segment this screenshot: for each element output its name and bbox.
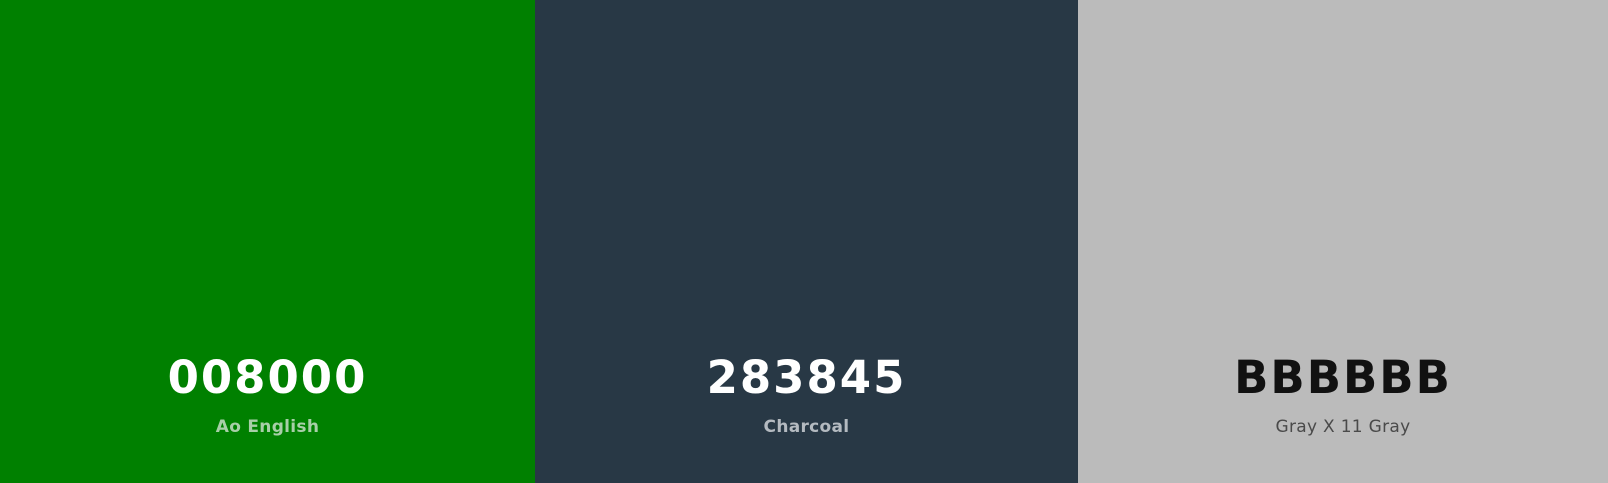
swatch-ao-english[interactable]: 008000 Ao English xyxy=(0,0,535,483)
swatch-info: 008000 Ao English xyxy=(0,350,535,438)
swatch-hex-code[interactable]: BBBBBB xyxy=(1078,350,1608,406)
swatch-gray-x11-gray[interactable]: BBBBBB Gray X 11 Gray xyxy=(1078,0,1608,483)
swatch-hex-code[interactable]: 008000 xyxy=(0,350,535,406)
swatch-charcoal[interactable]: 283845 Charcoal xyxy=(535,0,1078,483)
swatch-info: 283845 Charcoal xyxy=(535,350,1078,438)
swatch-hex-code[interactable]: 283845 xyxy=(535,350,1078,406)
color-palette: 008000 Ao English 283845 Charcoal BBBBBB… xyxy=(0,0,1608,483)
swatch-color-name: Charcoal xyxy=(763,417,850,437)
swatch-color-name: Gray X 11 Gray xyxy=(1275,417,1411,437)
swatch-color-name: Ao English xyxy=(215,417,320,437)
swatch-info: BBBBBB Gray X 11 Gray xyxy=(1078,350,1608,438)
